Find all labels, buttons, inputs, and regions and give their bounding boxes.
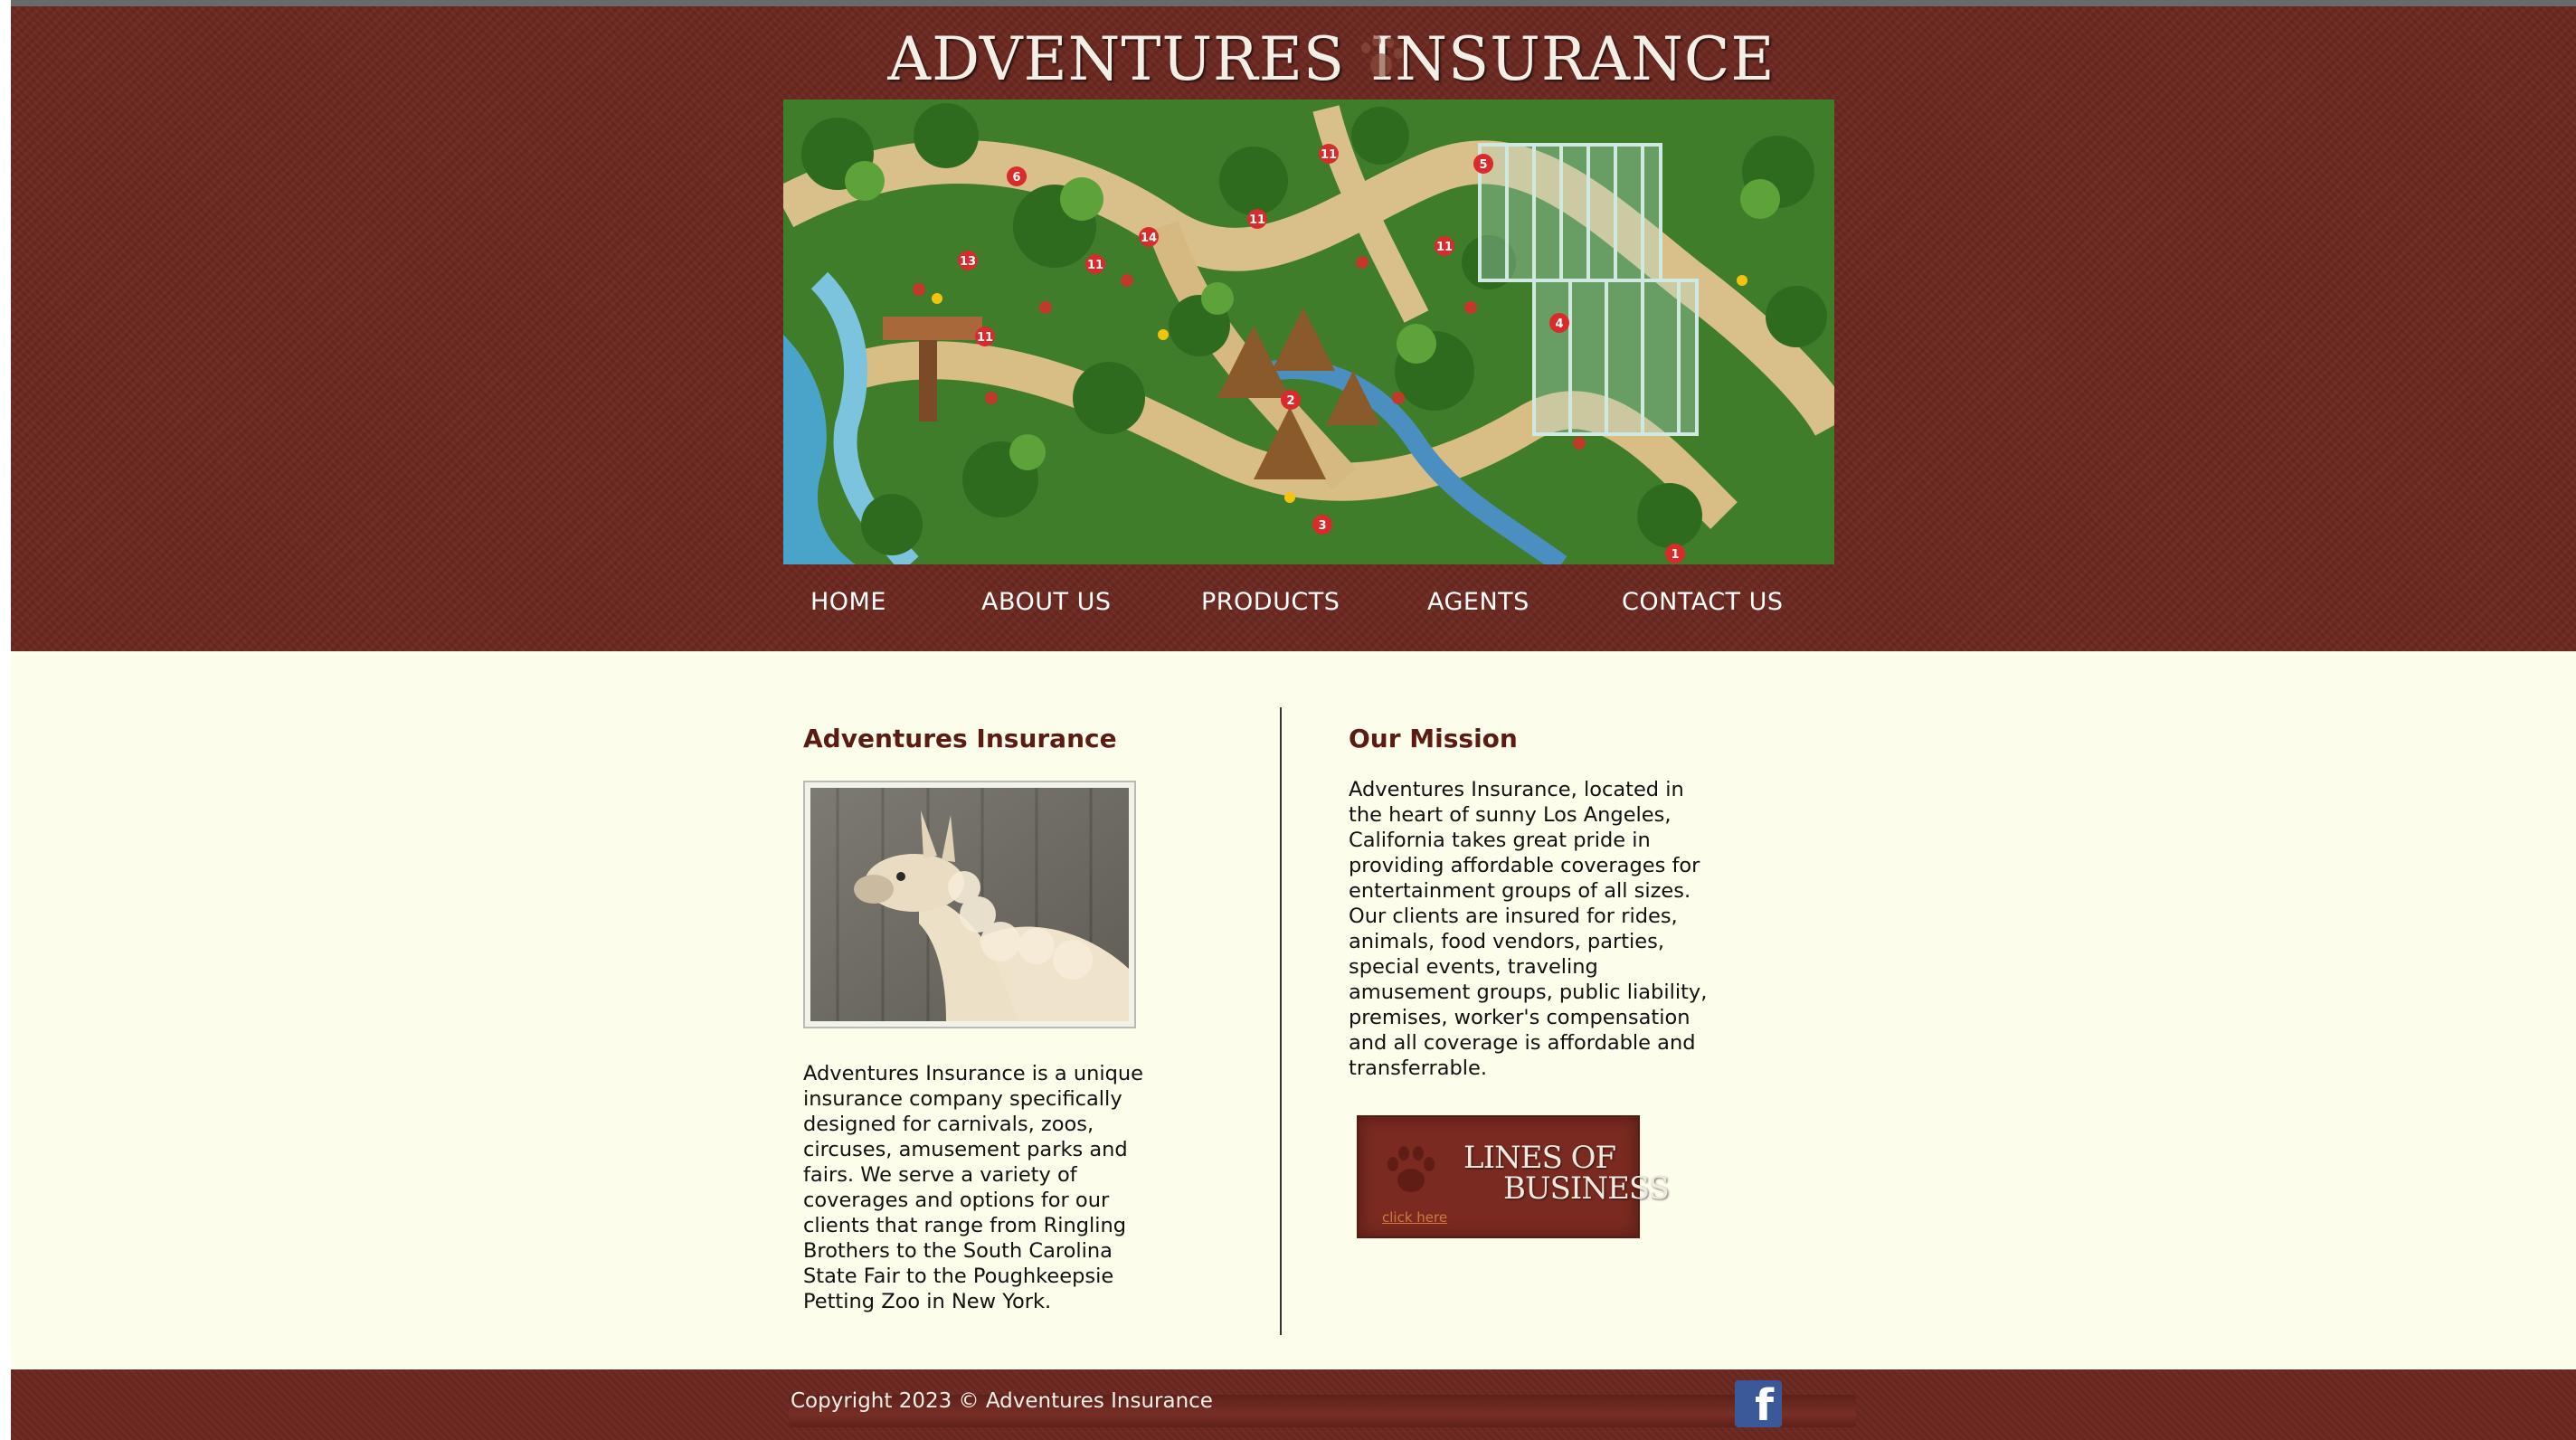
nav-home[interactable]: HOME bbox=[810, 588, 886, 616]
top-border bbox=[0, 0, 2576, 6]
mission-paragraph: Adventures Insurance, located in the hea… bbox=[1349, 778, 1708, 1080]
map-marker: 1 bbox=[1671, 548, 1679, 562]
logo-text-left: ADVENTURES bbox=[887, 24, 1346, 94]
lines-of-business-title: LINES OF BUSINESS bbox=[1463, 1142, 1670, 1207]
hero-zoo-map-illustration: 1 2 3 4 5 6 11 11 11 11 11 13 14 bbox=[783, 99, 1834, 564]
map-marker: 2 bbox=[1286, 394, 1294, 408]
about-section: Adventures Insurance Adventures Insuranc… bbox=[803, 724, 1165, 1314]
nav-contact-us[interactable]: CONTACT US bbox=[1622, 588, 1784, 616]
facebook-icon[interactable]: f bbox=[1735, 1380, 1782, 1427]
column-divider bbox=[1280, 707, 1282, 1335]
paw-icon bbox=[1387, 1146, 1435, 1192]
mission-heading: Our Mission bbox=[1349, 724, 1518, 753]
map-marker: 4 bbox=[1555, 317, 1563, 331]
map-marker: 11 bbox=[1087, 259, 1103, 272]
left-edge bbox=[0, 0, 11, 1440]
about-paragraph: Adventures Insurance is a unique insuran… bbox=[803, 1062, 1144, 1313]
mission-section: Our Mission Adventures Insurance, locate… bbox=[1349, 724, 1719, 1081]
logo-text-right: INSURANCE bbox=[1370, 24, 1776, 94]
copyright-text: Copyright 2023 © Adventures Insurance bbox=[791, 1389, 1213, 1413]
map-marker: 13 bbox=[960, 255, 976, 269]
about-heading: Adventures Insurance bbox=[803, 724, 1117, 753]
lines-of-business-button[interactable]: LINES OF BUSINESS click here bbox=[1357, 1115, 1670, 1238]
map-marker: 11 bbox=[1249, 213, 1265, 227]
map-marker: 11 bbox=[977, 331, 993, 345]
map-marker: 5 bbox=[1479, 158, 1487, 172]
map-marker: 14 bbox=[1141, 232, 1157, 245]
click-here-link[interactable]: click here bbox=[1382, 1209, 1447, 1226]
map-marker: 11 bbox=[1436, 241, 1453, 254]
nav-about-us[interactable]: ABOUT US bbox=[981, 588, 1112, 616]
nav-products[interactable]: PRODUCTS bbox=[1201, 588, 1340, 616]
llama-photo bbox=[810, 788, 1129, 1021]
llama-photo-frame bbox=[803, 781, 1136, 1028]
map-marker: 6 bbox=[1012, 171, 1020, 185]
nav-agents[interactable]: AGENTS bbox=[1427, 588, 1530, 616]
site-footer bbox=[11, 1369, 2576, 1440]
map-marker: 11 bbox=[1321, 148, 1337, 162]
map-marker: 3 bbox=[1318, 519, 1326, 533]
main-nav: HOME ABOUT US PRODUCTS AGENTS CONTACT US bbox=[783, 579, 1834, 626]
zoo-map-graphic: 1 2 3 4 5 6 11 11 11 11 11 13 14 bbox=[783, 99, 1834, 564]
site-logo[interactable]: ADVENTURES INSURANCE bbox=[887, 23, 1774, 95]
lob-title-line2: BUSINESS bbox=[1503, 1170, 1670, 1207]
